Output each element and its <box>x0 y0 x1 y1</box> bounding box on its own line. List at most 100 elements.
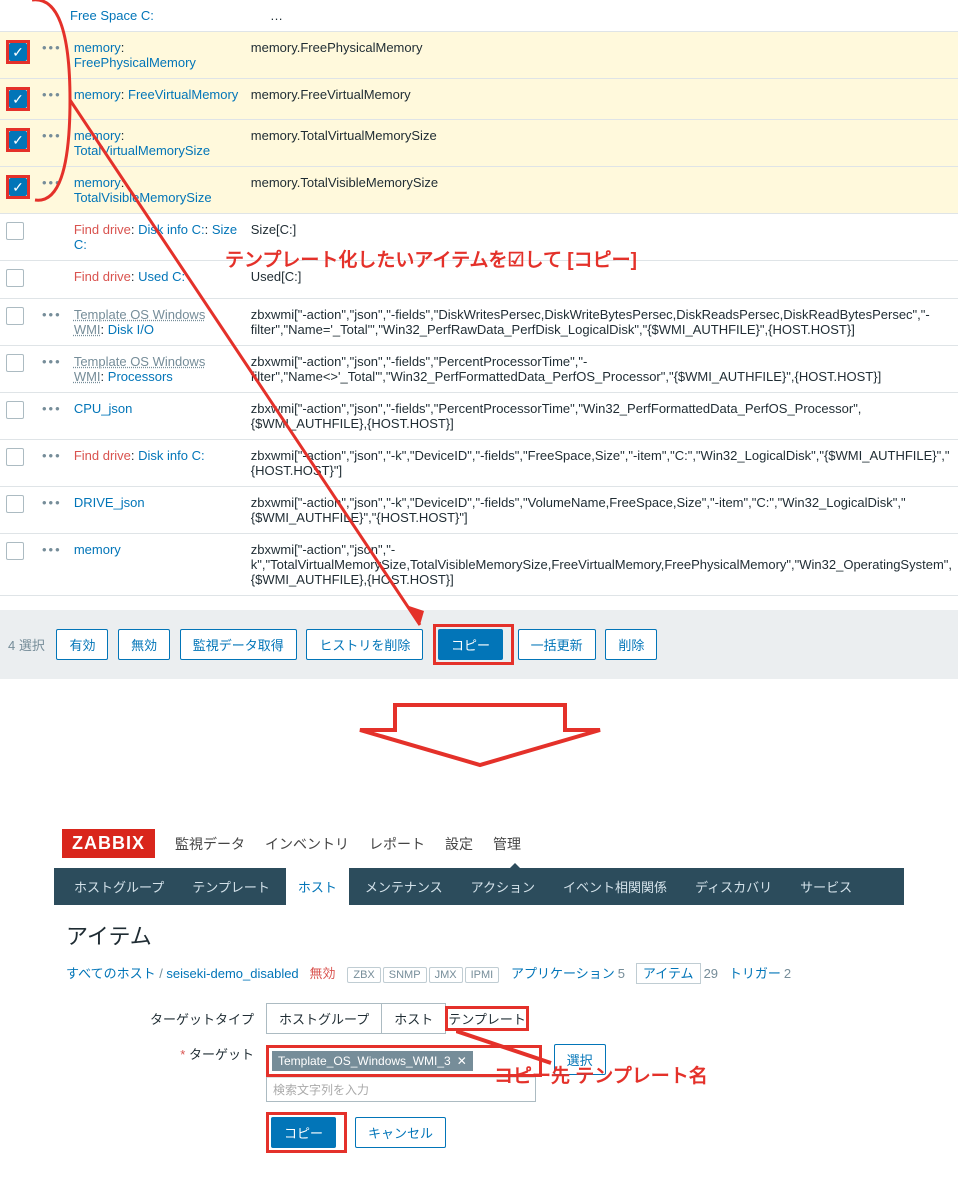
discovery-link[interactable]: Find drive <box>74 269 131 284</box>
interface-badge: ZBX <box>347 967 380 983</box>
delete-button[interactable]: 削除 <box>605 629 657 660</box>
row-menu-icon[interactable]: ••• <box>42 175 62 190</box>
nav-reports[interactable]: レポート <box>369 834 425 854</box>
item-link[interactable]: FreeVirtualMemory <box>128 87 238 102</box>
item-link[interactable]: memory <box>74 128 121 143</box>
enable-button[interactable]: 有効 <box>56 629 108 660</box>
row-menu-icon[interactable]: ••• <box>42 401 62 416</box>
item-link[interactable]: TotalVisibleMemorySize <box>74 190 212 205</box>
row-menu-icon[interactable]: ••• <box>42 87 62 102</box>
selected-count: 4 選択 <box>8 638 45 653</box>
zabbix-logo: ZABBIX <box>62 829 155 858</box>
row-menu-icon[interactable]: ••• <box>42 128 62 143</box>
interface-badge: JMX <box>429 967 463 983</box>
item-link[interactable]: Used C: <box>138 269 185 284</box>
opt-hostgroup[interactable]: ホストグループ <box>266 1003 382 1034</box>
item-key: zbxwmi["-action","json","-fields","Perce… <box>245 393 958 440</box>
item-key: memory.TotalVirtualMemorySize <box>245 120 958 167</box>
nav-admin[interactable]: 管理 <box>493 834 521 854</box>
form-copy-button[interactable]: コピー <box>271 1117 336 1148</box>
item-link[interactable]: FreePhysicalMemory <box>74 55 196 70</box>
crumb-all-hosts[interactable]: すべてのホスト <box>66 966 156 981</box>
row-checkbox[interactable] <box>9 178 27 196</box>
caret-icon <box>509 863 521 869</box>
subnav-item[interactable]: ホストグループ <box>62 868 176 905</box>
clear-history-button[interactable]: ヒストリを削除 <box>306 629 423 660</box>
item-rows: •••memory: FreePhysicalMemorymemory.Free… <box>0 32 958 596</box>
row-checkbox[interactable] <box>9 131 27 149</box>
opt-template[interactable]: テンプレート <box>448 1012 526 1027</box>
item-link[interactable]: memory <box>74 175 121 190</box>
form-cancel-button[interactable]: キャンセル <box>355 1117 446 1148</box>
item-key: zbxwmi["-action","json","-k","DeviceID",… <box>245 487 958 534</box>
nav-config[interactable]: 設定 <box>445 834 473 854</box>
row-checkbox[interactable] <box>6 307 24 325</box>
annotation-1: テンプレート化したいアイテムを☑して [コピー] <box>225 245 637 272</box>
item-key: memory.TotalVisibleMemorySize <box>245 167 958 214</box>
row-checkbox[interactable] <box>6 269 24 287</box>
sub-nav: ホストグループテンプレートホストメンテナンスアクションイベント相関関係ディスカバ… <box>54 868 904 905</box>
disable-button[interactable]: 無効 <box>118 629 170 660</box>
discovery-link[interactable]: Find drive <box>74 222 131 237</box>
zabbix-panel: ZABBIX 監視データ インベントリ レポート 設定 管理 ホストグループテン… <box>54 819 904 1193</box>
crumb-triggers[interactable]: トリガー <box>729 966 781 981</box>
remove-tag-icon[interactable]: ✕ <box>457 1054 467 1068</box>
row-checkbox[interactable] <box>6 401 24 419</box>
item-key: memory.FreePhysicalMemory <box>245 32 958 79</box>
nav-monitoring[interactable]: 監視データ <box>175 834 245 854</box>
subnav-item[interactable]: サービス <box>788 868 864 905</box>
row-menu-icon[interactable]: ••• <box>42 40 62 55</box>
item-link[interactable]: memory <box>74 87 121 102</box>
row-checkbox[interactable] <box>6 542 24 560</box>
mass-update-button[interactable]: 一括更新 <box>518 629 596 660</box>
item-key: zbxwmi["-action","json","-k","TotalVirtu… <box>245 534 958 596</box>
row-menu-icon[interactable]: ••• <box>42 542 62 557</box>
row-menu-icon[interactable]: ••• <box>42 448 62 463</box>
annotation-2: コピー先 テンプレート名 <box>494 1061 708 1088</box>
row-checkbox[interactable] <box>6 495 24 513</box>
nav-inventory[interactable]: インベントリ <box>265 834 349 854</box>
subnav-item[interactable]: メンテナンス <box>353 868 455 905</box>
row-checkbox[interactable] <box>9 43 27 61</box>
subnav-item[interactable]: ディスカバリ <box>683 868 784 905</box>
subnav-item[interactable]: イベント相関関係 <box>551 868 679 905</box>
item-link[interactable]: memory <box>74 542 121 557</box>
row-checkbox[interactable] <box>6 354 24 372</box>
subnav-item[interactable]: ホスト <box>286 868 349 905</box>
row-menu-icon[interactable]: ••• <box>42 307 62 322</box>
breadcrumb: すべてのホスト / seiseki-demo_disabled 無効 ZBXSN… <box>54 953 904 993</box>
row-menu-icon[interactable]: ••• <box>42 495 62 510</box>
opt-host[interactable]: ホスト <box>381 1003 446 1034</box>
row-checkbox[interactable] <box>9 90 27 108</box>
copy-button[interactable]: コピー <box>438 629 503 660</box>
item-key: zbxwmi["-action","json","-fields","Perce… <box>245 346 958 393</box>
target-tag[interactable]: Template_OS_Windows_WMI_3✕ <box>272 1051 473 1071</box>
crumb-items[interactable]: アイテム <box>636 963 701 984</box>
item-link[interactable]: TotalVirtualMemorySize <box>74 143 210 158</box>
discovery-link[interactable]: Find drive <box>74 448 131 463</box>
item-link[interactable]: Disk info C: <box>138 448 204 463</box>
row-checkbox[interactable] <box>6 448 24 466</box>
row-menu-icon[interactable]: ••• <box>42 354 62 369</box>
item-link[interactable]: Processors <box>108 369 173 384</box>
top-nav: ZABBIX 監視データ インベントリ レポート 設定 管理 <box>54 819 904 868</box>
row-checkbox[interactable] <box>6 222 24 240</box>
interface-badge: IPMI <box>465 967 500 983</box>
subnav-item[interactable]: アクション <box>459 868 547 905</box>
item-link[interactable]: Free Space C: <box>70 8 154 23</box>
label-target: * ターゲット <box>66 1044 266 1063</box>
item-key: zbxwmi["-action","json","-k","DeviceID",… <box>245 440 958 487</box>
item-key: memory.FreeVirtualMemory <box>245 79 958 120</box>
item-link[interactable]: Disk I/O <box>108 322 154 337</box>
check-now-button[interactable]: 監視データ取得 <box>180 629 297 660</box>
status-disabled: 無効 <box>310 966 336 981</box>
item-link[interactable]: DRIVE_json <box>74 495 145 510</box>
crumb-applications[interactable]: アプリケーション <box>511 966 615 981</box>
item-link[interactable]: CPU_json <box>74 401 133 416</box>
footer-bar: 4 選択 有効 無効 監視データ取得 ヒストリを削除 コピー 一括更新 削除 <box>0 610 958 679</box>
subnav-item[interactable]: テンプレート <box>180 868 282 905</box>
crumb-host[interactable]: seiseki-demo_disabled <box>166 966 298 981</box>
item-link[interactable]: Disk info C: <box>138 222 204 237</box>
item-link[interactable]: memory <box>74 40 121 55</box>
item-table: Free Space C:… <box>0 0 958 32</box>
